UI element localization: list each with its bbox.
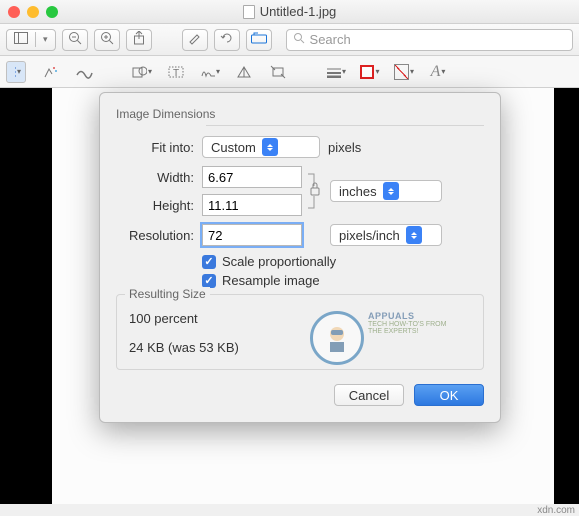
height-label: Height:	[116, 198, 194, 213]
search-field[interactable]: Search	[286, 29, 573, 51]
highlight-icon	[188, 31, 202, 48]
highlight-button[interactable]	[182, 29, 208, 51]
cancel-button[interactable]: Cancel	[334, 384, 404, 406]
scale-proportionally-checkbox[interactable]: Scale proportionally	[202, 254, 484, 269]
chevron-down-icon: ▾	[36, 34, 55, 45]
image-dimensions-dialog: Image Dimensions Fit into: Custom pixels…	[99, 92, 501, 423]
ok-button[interactable]: OK	[414, 384, 484, 406]
line-style-tool[interactable]: ▾	[326, 62, 346, 82]
resample-image-label: Resample image	[222, 273, 320, 288]
file-icon	[243, 5, 255, 19]
zoom-out-icon	[68, 31, 82, 48]
search-placeholder: Search	[310, 32, 351, 47]
select-arrows-icon	[262, 138, 278, 156]
svg-text:T: T	[173, 68, 179, 79]
adjust-color-tool[interactable]	[234, 62, 254, 82]
window-title: Untitled-1.jpg	[0, 4, 579, 19]
select-arrows-icon	[383, 182, 399, 200]
sign-tool[interactable]: ▾	[200, 62, 220, 82]
resolution-unit-select[interactable]: pixels/inch	[330, 224, 442, 246]
text-style-tool[interactable]: A▾	[428, 62, 448, 82]
fill-color-tool[interactable]: ▾	[394, 62, 414, 82]
titlebar: Untitled-1.jpg	[0, 0, 579, 24]
zoom-in-button[interactable]	[94, 29, 120, 51]
sidebar-icon	[7, 32, 36, 47]
markup-icon	[251, 32, 267, 47]
view-mode-button[interactable]: ▾	[6, 29, 56, 51]
share-button[interactable]	[126, 29, 152, 51]
rotate-icon	[220, 31, 234, 48]
height-input[interactable]	[202, 194, 302, 216]
selection-tool[interactable]: ▾	[6, 61, 26, 83]
width-input[interactable]	[202, 166, 302, 188]
window-title-text: Untitled-1.jpg	[260, 4, 337, 19]
border-color-tool[interactable]: ▾	[360, 62, 380, 82]
sketch-tool[interactable]	[74, 62, 94, 82]
adjust-size-tool[interactable]	[268, 62, 288, 82]
checkbox-checked-icon	[202, 274, 216, 288]
resulting-percent: 100 percent	[129, 311, 471, 326]
size-unit-select[interactable]: inches	[330, 180, 442, 202]
text-tool[interactable]: T	[166, 62, 186, 82]
fit-into-unit: pixels	[328, 140, 361, 155]
zoom-in-icon	[100, 31, 114, 48]
width-label: Width:	[116, 170, 194, 185]
resample-image-checkbox[interactable]: Resample image	[202, 273, 484, 288]
search-icon	[293, 32, 305, 47]
share-icon	[133, 31, 145, 48]
scale-proportionally-label: Scale proportionally	[222, 254, 336, 269]
fit-into-label: Fit into:	[116, 140, 194, 155]
fit-into-value: Custom	[211, 140, 256, 155]
select-arrows-icon	[406, 226, 422, 244]
resolution-label: Resolution:	[116, 228, 194, 243]
main-toolbar: ▾ Search	[0, 24, 579, 56]
attribution-text: xdn.com	[537, 505, 575, 516]
checkbox-checked-icon	[202, 255, 216, 269]
rotate-button[interactable]	[214, 29, 240, 51]
section-resulting-size: Resulting Size	[125, 287, 210, 301]
markup-button[interactable]	[246, 29, 272, 51]
fit-into-select[interactable]: Custom	[202, 136, 320, 158]
red-square-icon	[360, 65, 374, 79]
lock-aspect-icon[interactable]	[302, 170, 326, 212]
size-unit-value: inches	[339, 184, 377, 199]
resulting-filesize: 24 KB (was 53 KB)	[129, 340, 471, 355]
shapes-tool[interactable]: ▾	[132, 62, 152, 82]
zoom-out-button[interactable]	[62, 29, 88, 51]
markup-toolbar: ▾ ▾ T ▾ ▾ ▾ ▾ A▾	[0, 56, 579, 88]
resolution-unit-value: pixels/inch	[339, 228, 400, 243]
resolution-input[interactable]	[202, 224, 302, 246]
no-fill-icon	[394, 64, 409, 80]
instant-alpha-tool[interactable]	[40, 62, 60, 82]
section-image-dimensions: Image Dimensions	[116, 107, 484, 121]
resulting-size-box: Resulting Size 100 percent 24 KB (was 53…	[116, 294, 484, 370]
